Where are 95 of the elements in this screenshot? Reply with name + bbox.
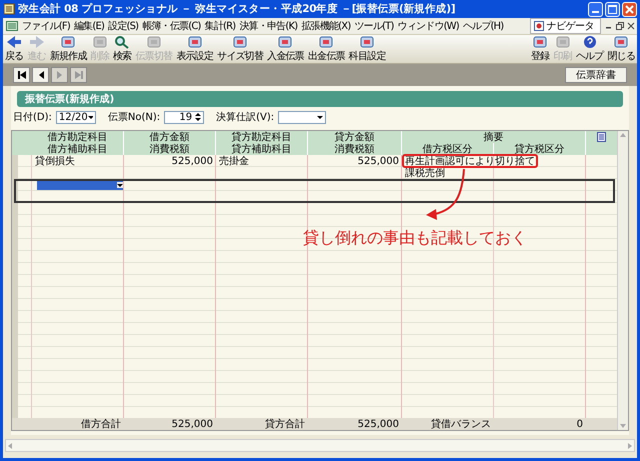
number-field[interactable]: 19 xyxy=(164,110,204,124)
toolbar-button[interactable]: 登録 xyxy=(528,35,552,63)
arrow-icon xyxy=(28,35,46,49)
annotation-arrow xyxy=(426,169,468,221)
table-cell: 売掛金 xyxy=(219,156,249,166)
closing-entry-dropdown[interactable] xyxy=(278,110,326,124)
magnifier-icon xyxy=(114,35,130,49)
navigator-icon xyxy=(534,21,544,31)
date-label: 日付(D): xyxy=(13,111,52,124)
tool-icon xyxy=(186,35,203,49)
number-label: 伝票No(N): xyxy=(108,111,160,124)
tool-icon xyxy=(146,35,162,49)
tool-icon xyxy=(613,35,630,49)
column-header: 消費税額 xyxy=(308,143,402,155)
menu-item[interactable]: ファイル(F) xyxy=(22,19,70,33)
vertical-scrollbar[interactable] xyxy=(617,131,628,430)
column-header: 消費税額 xyxy=(124,143,216,155)
menu-item[interactable]: 拡張機能(X) xyxy=(301,19,350,33)
help-icon xyxy=(582,35,598,49)
menu-item[interactable]: ウィンドウ(W) xyxy=(398,19,459,33)
document-icon xyxy=(6,21,18,31)
menu-item[interactable]: 集計(R) xyxy=(204,19,236,33)
tool-icon xyxy=(60,35,76,49)
menu-item[interactable]: 帳簿・伝票(C) xyxy=(142,19,201,33)
tool-icon xyxy=(359,35,376,49)
close-icon[interactable] xyxy=(627,22,635,30)
close-button[interactable] xyxy=(622,2,637,16)
footer-cell: 0 xyxy=(576,418,583,430)
toolbar-button[interactable]: 新規作成 xyxy=(48,35,89,63)
footer-cell: 貸方合計 xyxy=(265,418,305,430)
scroll-left-icon xyxy=(6,442,14,450)
minimize-icon xyxy=(592,11,599,13)
footer-cell: 525,000 xyxy=(358,418,399,430)
table-row[interactable]: 貸倒損失 525,000 売掛金 525,000 再生計画認可により切り捨て 課税売倒 xyxy=(12,155,617,179)
app-icon xyxy=(3,3,15,15)
table-cell: 525,000 xyxy=(358,156,399,166)
menu-item[interactable]: 決算・申告(K) xyxy=(239,19,298,33)
tool-icon xyxy=(532,35,548,49)
scroll-right-icon xyxy=(626,442,634,450)
toolbar-button[interactable]: 科目設定 xyxy=(346,35,388,63)
record-nav-button[interactable] xyxy=(32,67,49,83)
panel-title: 振替伝票(新規作成) xyxy=(17,91,623,107)
spinner-icon xyxy=(195,112,202,122)
toolbar-button[interactable]: 出金伝票 xyxy=(306,35,347,63)
dropdown-icon xyxy=(88,114,93,120)
horizontal-scrollbar[interactable] xyxy=(5,439,635,452)
column-header: 貸方補助科目 xyxy=(216,143,308,155)
account-dropdown[interactable] xyxy=(37,180,123,190)
toolbar-button[interactable]: 表示設定 xyxy=(174,35,216,63)
window-title: 弥生会計 08 プロフェッショナル － 弥生マイスター・平成20年度 －[振替伝票(新規作成)] xyxy=(18,2,456,16)
tool-icon xyxy=(277,35,294,49)
date-field[interactable]: 12/20 xyxy=(56,110,96,124)
maximize-icon xyxy=(608,4,617,14)
navigator-button[interactable]: ナビゲータ xyxy=(530,18,601,34)
dropdown-icon xyxy=(117,182,123,188)
arrow-icon xyxy=(5,35,24,49)
menu-item[interactable]: ツール(T) xyxy=(354,19,394,33)
annotation-text: 貸し倒れの事由も記載しておく xyxy=(303,228,527,249)
scroll-down-icon xyxy=(619,422,627,430)
toolbar-button[interactable]: 戻る xyxy=(3,35,26,63)
restore-icon[interactable] xyxy=(616,22,624,30)
footer-cell: 貸借バランス xyxy=(431,418,491,430)
closing-entry-label: 決算仕訳(V): xyxy=(216,110,274,124)
menu-item[interactable]: 設定(S) xyxy=(108,19,138,33)
tool-icon xyxy=(92,35,108,49)
footer-cell: 525,000 xyxy=(172,418,213,430)
tool-icon xyxy=(318,35,334,49)
record-nav-button[interactable] xyxy=(13,67,30,83)
triangle-icon xyxy=(74,70,84,80)
menu-item[interactable]: 編集(E) xyxy=(74,19,104,33)
dropdown-icon xyxy=(317,114,324,120)
tool-icon xyxy=(232,35,248,49)
minimize-button[interactable] xyxy=(588,2,603,16)
table-cell: 再生計画認可により切り捨て xyxy=(405,156,535,166)
table-cell: 課税売倒 xyxy=(405,168,445,178)
table-cell: 貸倒損失 xyxy=(35,156,75,166)
toolbar-button[interactable]: ヘルプ xyxy=(574,35,606,63)
menu-item[interactable]: ヘルプ(H) xyxy=(462,19,504,33)
toolbar-button[interactable]: 入金伝票 xyxy=(265,35,306,63)
footer-cell: 借方合計 xyxy=(81,418,121,430)
dictionary-button[interactable]: 伝票辞書 xyxy=(565,67,627,83)
close-icon xyxy=(625,4,634,14)
toolbar-button[interactable]: 検索 xyxy=(111,35,134,63)
triangle-icon xyxy=(16,70,26,80)
table-row[interactable] xyxy=(14,179,615,203)
tool-icon xyxy=(554,35,571,49)
memo-icon[interactable] xyxy=(597,132,606,142)
column-header: 借方補助科目 xyxy=(32,143,124,155)
maximize-button[interactable] xyxy=(605,2,620,16)
column-header: 借方税区分 xyxy=(402,143,494,155)
scroll-up-icon xyxy=(619,131,627,139)
toolbar-button[interactable]: サイズ切替 xyxy=(215,35,266,63)
toolbar-button[interactable]: 閉じる xyxy=(605,35,637,63)
column-header: 貸方税区分 xyxy=(494,143,586,155)
table-cell: 525,000 xyxy=(172,156,213,166)
